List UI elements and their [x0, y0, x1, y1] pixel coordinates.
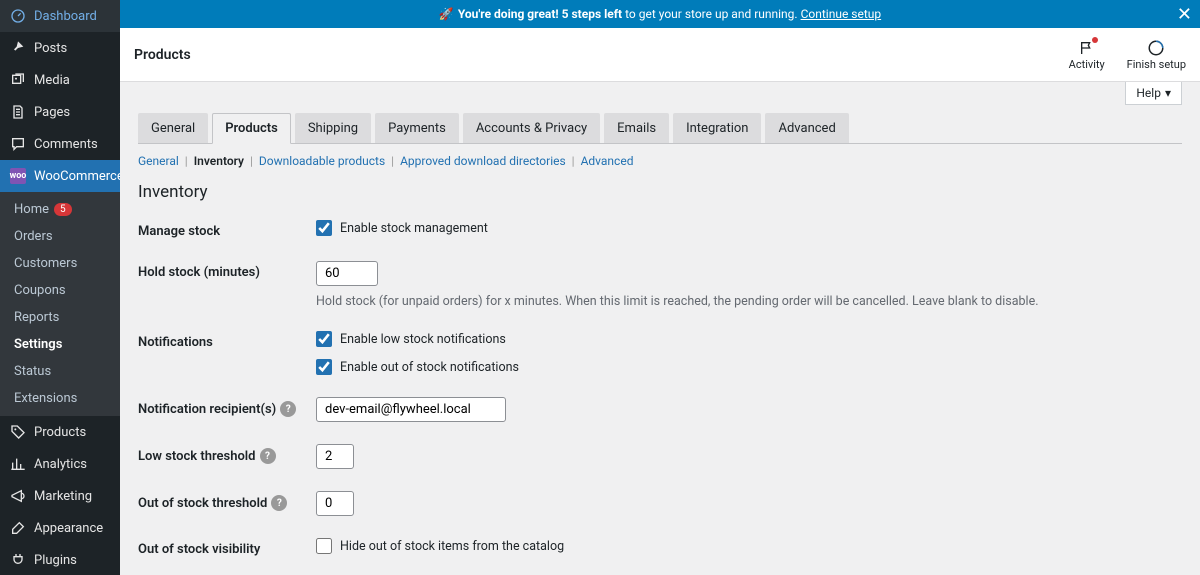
woo-icon: woo: [10, 168, 26, 184]
sidebar-item-label: Products: [34, 425, 86, 440]
finish-setup-button[interactable]: Finish setup: [1127, 38, 1186, 71]
main-area: 🚀 You're doing great! 5 steps left to ge…: [120, 0, 1200, 575]
tab-products[interactable]: Products: [212, 113, 291, 144]
sidebar-item-label: Marketing: [34, 489, 92, 504]
sidebar-item-label: Posts: [34, 41, 67, 56]
banner-text: You're doing great! 5 steps left to get …: [458, 7, 881, 21]
help-tab[interactable]: Help ▾: [1125, 82, 1182, 105]
submenu-item-extensions[interactable]: Extensions: [0, 385, 120, 412]
sidebar-item-plugins[interactable]: Plugins: [0, 544, 120, 575]
subtab-downloadable-products[interactable]: Downloadable products: [259, 154, 385, 168]
manage-stock-text: Enable stock management: [340, 221, 488, 236]
sidebar-item-media[interactable]: Media: [0, 64, 120, 96]
sidebar-item-pages[interactable]: Pages: [0, 96, 120, 128]
sidebar-item-analytics[interactable]: Analytics: [0, 448, 120, 480]
activity-button[interactable]: Activity: [1069, 38, 1105, 71]
submenu-item-reports[interactable]: Reports: [0, 304, 120, 331]
flag-icon: [1077, 38, 1097, 58]
submenu-item-home[interactable]: Home5: [0, 196, 120, 223]
subtab-general[interactable]: General: [138, 154, 179, 168]
sidebar-item-posts[interactable]: Posts: [0, 32, 120, 64]
sidebar-item-woocommerce[interactable]: woo WooCommerce: [0, 160, 120, 192]
tab-accounts-privacy[interactable]: Accounts & Privacy: [463, 113, 600, 143]
help-icon[interactable]: ?: [260, 448, 276, 464]
tab-emails[interactable]: Emails: [604, 113, 669, 143]
comment-icon: [10, 136, 26, 152]
brush-icon: [10, 520, 26, 536]
page-icon: [10, 104, 26, 120]
tag-icon: [10, 424, 26, 440]
sidebar-item-label: Media: [34, 73, 70, 88]
sidebar-item-label: Comments: [34, 137, 98, 152]
sidebar-item-dashboard[interactable]: Dashboard: [0, 0, 120, 32]
chart-icon: [10, 456, 26, 472]
recipient-input[interactable]: [316, 397, 506, 422]
admin-sidebar: Dashboard Posts Media Pages Comments woo WooCo…: [0, 0, 120, 575]
oos-notif-checkbox[interactable]: [316, 359, 332, 375]
hold-stock-label: Hold stock (minutes): [138, 261, 316, 280]
hold-stock-input[interactable]: [316, 261, 378, 286]
sidebar-item-marketing[interactable]: Marketing: [0, 480, 120, 512]
sidebar-item-label: WooCommerce: [34, 169, 120, 184]
mega-icon: [10, 488, 26, 504]
media-icon: [10, 72, 26, 88]
sidebar-item-label: Dashboard: [34, 9, 97, 24]
section-title: Inventory: [138, 182, 1182, 202]
continue-setup-link[interactable]: Continue setup: [801, 7, 882, 21]
oos-threshold-input[interactable]: [316, 491, 354, 516]
chevron-down-icon: ▾: [1165, 86, 1171, 100]
close-icon[interactable]: ✕: [1177, 4, 1192, 25]
oos-notif-text: Enable out of stock notifications: [340, 360, 519, 375]
low-threshold-label: Low stock threshold ?: [138, 444, 316, 464]
topbar: Products Activity Finish setup: [120, 28, 1200, 82]
low-threshold-input[interactable]: [316, 444, 354, 469]
recipient-label: Notification recipient(s) ?: [138, 397, 316, 417]
submenu-item-orders[interactable]: Orders: [0, 223, 120, 250]
settings-tabs: GeneralProductsShippingPaymentsAccounts …: [138, 113, 1182, 143]
submenu-item-coupons[interactable]: Coupons: [0, 277, 120, 304]
oos-visibility-label: Out of stock visibility: [138, 538, 316, 557]
subtab-advanced[interactable]: Advanced: [581, 154, 634, 168]
sidebar-item-label: Analytics: [34, 457, 87, 472]
submenu-item-settings[interactable]: Settings: [0, 331, 120, 358]
submenu-woocommerce: Home5OrdersCustomersCouponsReportsSettin…: [0, 192, 120, 416]
page-title: Products: [134, 47, 191, 63]
setup-banner: 🚀 You're doing great! 5 steps left to ge…: [120, 0, 1200, 28]
plug-icon: [10, 552, 26, 568]
help-icon[interactable]: ?: [280, 401, 296, 417]
oos-threshold-label: Out of stock threshold ?: [138, 491, 316, 511]
tab-general[interactable]: General: [138, 113, 208, 143]
dashboard-icon: [10, 8, 26, 24]
pin-icon: [10, 40, 26, 56]
hold-stock-description: Hold stock (for unpaid orders) for x min…: [316, 294, 1182, 309]
tab-payments[interactable]: Payments: [375, 113, 459, 143]
subtab-approved-download-directories[interactable]: Approved download directories: [400, 154, 566, 168]
sidebar-item-comments[interactable]: Comments: [0, 128, 120, 160]
sidebar-item-label: Pages: [34, 105, 70, 120]
manage-stock-label: Manage stock: [138, 220, 316, 239]
low-stock-notif-text: Enable low stock notifications: [340, 332, 506, 347]
sidebar-item-products[interactable]: Products: [0, 416, 120, 448]
tab-shipping[interactable]: Shipping: [295, 113, 371, 143]
tab-integration[interactable]: Integration: [673, 113, 761, 143]
sidebar-item-label: Plugins: [34, 553, 77, 568]
oos-visibility-text: Hide out of stock items from the catalog: [340, 539, 564, 554]
progress-icon: [1146, 38, 1166, 58]
badge: 5: [54, 203, 72, 216]
notifications-label: Notifications: [138, 331, 316, 350]
subtab-inventory[interactable]: Inventory: [194, 154, 244, 168]
submenu-item-customers[interactable]: Customers: [0, 250, 120, 277]
oos-visibility-checkbox[interactable]: [316, 538, 332, 554]
help-icon[interactable]: ?: [271, 495, 287, 511]
low-stock-notif-checkbox[interactable]: [316, 331, 332, 347]
settings-subtabs: General | Inventory | Downloadable produ…: [138, 154, 1182, 168]
manage-stock-checkbox[interactable]: [316, 220, 332, 236]
tab-advanced[interactable]: Advanced: [765, 113, 848, 143]
submenu-item-status[interactable]: Status: [0, 358, 120, 385]
sidebar-item-label: Appearance: [34, 521, 103, 536]
banner-emoji: 🚀: [439, 7, 454, 21]
sidebar-item-appearance[interactable]: Appearance: [0, 512, 120, 544]
